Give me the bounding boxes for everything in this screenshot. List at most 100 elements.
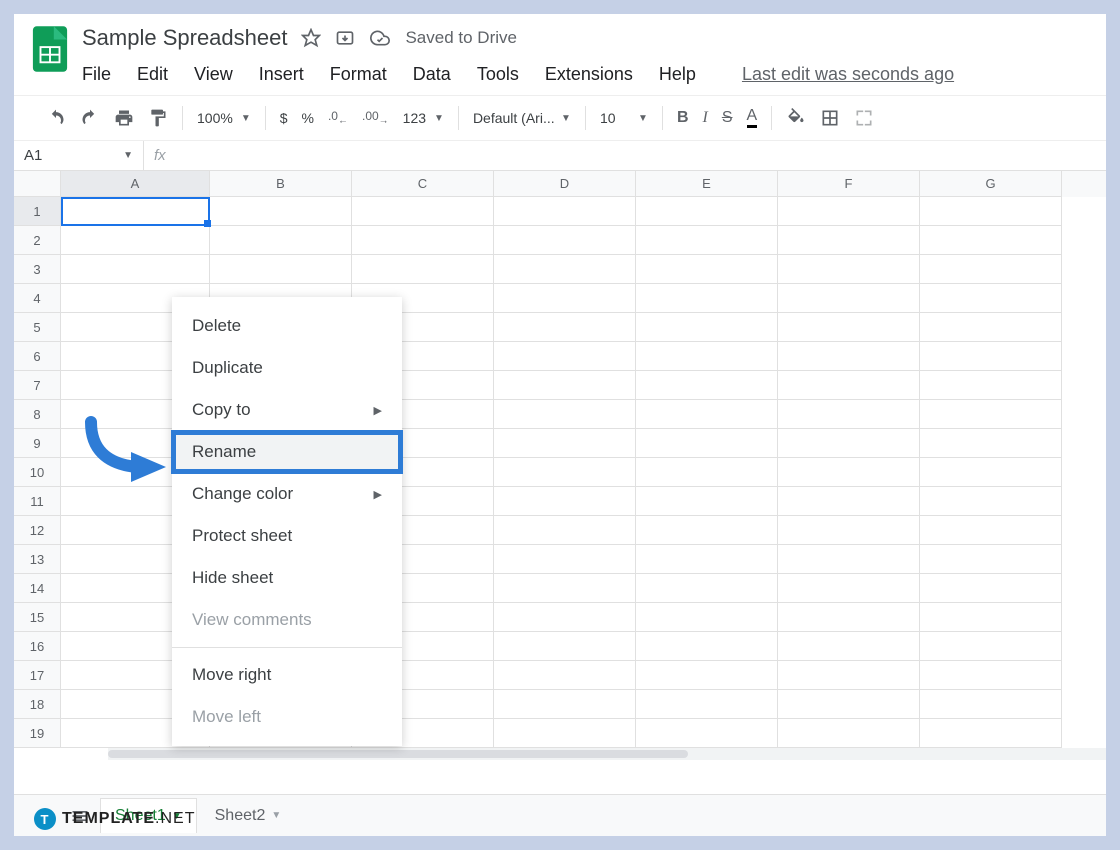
cell[interactable]: [778, 226, 920, 255]
cell[interactable]: [636, 690, 778, 719]
cell[interactable]: [778, 371, 920, 400]
name-box[interactable]: A1▼: [14, 141, 144, 170]
print-button[interactable]: [108, 104, 140, 132]
cell[interactable]: [636, 545, 778, 574]
menu-format[interactable]: Format: [330, 64, 387, 85]
cell[interactable]: [494, 429, 636, 458]
cell[interactable]: [636, 400, 778, 429]
font-size-select[interactable]: 10▼: [594, 110, 654, 126]
move-icon[interactable]: [335, 28, 355, 48]
cell[interactable]: [636, 284, 778, 313]
fill-color-button[interactable]: [780, 104, 812, 132]
row-header-8[interactable]: 8: [14, 400, 61, 429]
cell[interactable]: [494, 197, 636, 226]
cell[interactable]: [778, 719, 920, 748]
cell[interactable]: [778, 284, 920, 313]
cell[interactable]: [920, 487, 1062, 516]
col-header-f[interactable]: F: [778, 171, 920, 197]
cell[interactable]: [494, 255, 636, 284]
currency-button[interactable]: $: [274, 110, 294, 126]
row-header-6[interactable]: 6: [14, 342, 61, 371]
cell[interactable]: [920, 400, 1062, 429]
menu-insert[interactable]: Insert: [259, 64, 304, 85]
cell[interactable]: [494, 284, 636, 313]
cell[interactable]: [494, 690, 636, 719]
cell[interactable]: [352, 255, 494, 284]
cell[interactable]: [778, 574, 920, 603]
menu-edit[interactable]: Edit: [137, 64, 168, 85]
row-header-4[interactable]: 4: [14, 284, 61, 313]
cell[interactable]: [352, 197, 494, 226]
menu-view[interactable]: View: [194, 64, 233, 85]
cell[interactable]: [636, 255, 778, 284]
cell[interactable]: [920, 371, 1062, 400]
col-header-a[interactable]: A: [61, 171, 210, 197]
cell[interactable]: [778, 313, 920, 342]
cell[interactable]: [636, 632, 778, 661]
menu-help[interactable]: Help: [659, 64, 696, 85]
cell[interactable]: [920, 545, 1062, 574]
row-header-2[interactable]: 2: [14, 226, 61, 255]
cell[interactable]: [636, 661, 778, 690]
italic-button[interactable]: I: [697, 105, 714, 131]
strikethrough-button[interactable]: S: [716, 105, 739, 131]
row-header-18[interactable]: 18: [14, 690, 61, 719]
cell[interactable]: [494, 632, 636, 661]
cell[interactable]: [778, 545, 920, 574]
row-header-1[interactable]: 1: [14, 197, 61, 226]
cell[interactable]: [636, 516, 778, 545]
cell[interactable]: [778, 400, 920, 429]
cell[interactable]: [920, 574, 1062, 603]
cell[interactable]: [920, 632, 1062, 661]
cell[interactable]: [636, 574, 778, 603]
col-header-g[interactable]: G: [920, 171, 1062, 197]
row-header-15[interactable]: 15: [14, 603, 61, 632]
context-menu-delete[interactable]: Delete: [172, 305, 402, 347]
row-header-14[interactable]: 14: [14, 574, 61, 603]
cell[interactable]: [636, 371, 778, 400]
cell[interactable]: [210, 197, 352, 226]
font-select[interactable]: Default (Ari...▼: [467, 110, 577, 126]
decrease-decimal-button[interactable]: .0←: [322, 105, 354, 130]
menu-data[interactable]: Data: [413, 64, 451, 85]
cell[interactable]: [920, 313, 1062, 342]
cell[interactable]: [494, 661, 636, 690]
paint-format-button[interactable]: [142, 104, 174, 132]
cell[interactable]: [778, 429, 920, 458]
zoom-select[interactable]: 100%▼: [191, 110, 257, 126]
cloud-saved-icon[interactable]: [369, 28, 391, 48]
cell[interactable]: [778, 661, 920, 690]
cell[interactable]: [778, 690, 920, 719]
cell[interactable]: [920, 458, 1062, 487]
cell[interactable]: [61, 255, 210, 284]
menu-tools[interactable]: Tools: [477, 64, 519, 85]
cell[interactable]: [636, 313, 778, 342]
context-menu-move-right[interactable]: Move right: [172, 654, 402, 696]
row-header-19[interactable]: 19: [14, 719, 61, 748]
cell[interactable]: [778, 458, 920, 487]
cell[interactable]: [494, 313, 636, 342]
col-header-d[interactable]: D: [494, 171, 636, 197]
context-menu-duplicate[interactable]: Duplicate: [172, 347, 402, 389]
cell[interactable]: [494, 574, 636, 603]
cell[interactable]: [778, 342, 920, 371]
cell[interactable]: [778, 197, 920, 226]
row-header-7[interactable]: 7: [14, 371, 61, 400]
context-menu-copy-to[interactable]: Copy to▶: [172, 389, 402, 431]
text-color-button[interactable]: A: [741, 104, 764, 132]
cell[interactable]: [920, 342, 1062, 371]
cell[interactable]: [494, 603, 636, 632]
more-formats-button[interactable]: 123▼: [397, 110, 450, 126]
row-header-5[interactable]: 5: [14, 313, 61, 342]
cell[interactable]: [920, 690, 1062, 719]
redo-button[interactable]: [74, 104, 106, 132]
cell[interactable]: [636, 603, 778, 632]
bold-button[interactable]: B: [671, 105, 695, 131]
cell[interactable]: [636, 458, 778, 487]
cell[interactable]: [920, 661, 1062, 690]
cell[interactable]: [494, 371, 636, 400]
cell[interactable]: [920, 603, 1062, 632]
row-header-13[interactable]: 13: [14, 545, 61, 574]
context-menu-change-color[interactable]: Change color▶: [172, 473, 402, 515]
percent-button[interactable]: %: [296, 110, 320, 126]
